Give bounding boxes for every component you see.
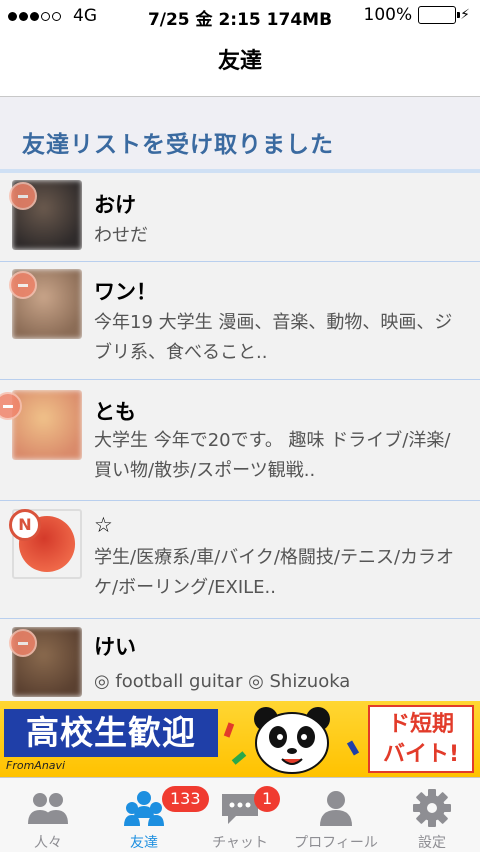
tab-label: 設定 <box>418 835 446 851</box>
battery-indicator: 100% ⚡ <box>364 5 470 25</box>
ad-logo: FromAnavi <box>6 759 66 772</box>
tab-label: チャット <box>212 835 268 851</box>
ad-callout-line-2: バイト! <box>382 742 460 767</box>
friend-row[interactable]: ワン！ 今年19 大学生 漫画、音楽、動物、映画、ジブリ系、食べること.. <box>0 262 480 380</box>
panda-mascot-icon <box>254 707 330 774</box>
tab-label: 人々 <box>34 835 62 851</box>
profile-icon <box>320 791 352 826</box>
status-bar: 4G 7/25 金 2:15 174MB 100% ⚡ <box>0 0 480 30</box>
friend-name: おけ <box>94 193 136 217</box>
friend-row[interactable]: けい ◎ football guitar ◎ Shizuoka <box>0 619 480 701</box>
friend-name: とも <box>94 400 136 424</box>
tab-friends[interactable]: 133 友達 <box>96 778 209 852</box>
section-title: 友達リストを受け取りました <box>22 132 334 158</box>
tab-label: プロフィール <box>294 835 378 851</box>
navigation-bar: 友達 <box>0 30 480 97</box>
battery-icon <box>418 6 461 24</box>
friend-description: 学生/医療系/車/バイク/格闘技/テニス/カラオケ/ボーリング/EXILE.. <box>94 547 455 598</box>
friend-list[interactable]: おけ わせだ ワン！ 今年19 大学生 漫画、音楽、動物、映画、ジブリ系、食べる… <box>0 173 480 701</box>
new-friend-badge-icon <box>9 629 37 657</box>
friend-description: 今年19 大学生 漫画、音楽、動物、映画、ジブリ系、食べること.. <box>94 312 453 363</box>
ad-callout-line-1: ド短期 <box>387 712 454 737</box>
friend-description: 大学生 今年で20です。 趣味 ドライブ/洋楽/買い物/散歩/スポーツ観戦.. <box>94 430 451 481</box>
friend-description: ◎ football guitar ◎ Shizuoka <box>94 671 351 692</box>
tab-profile[interactable]: プロフィール <box>288 778 384 852</box>
ad-callout: ド短期 バイト! <box>368 705 474 773</box>
chat-unread-badge: 1 <box>254 786 281 812</box>
new-friend-badge-icon <box>9 271 37 299</box>
tab-people[interactable]: 人々 <box>0 778 96 852</box>
charging-icon: ⚡ <box>460 7 470 23</box>
friend-name: けい <box>94 635 136 659</box>
page-title: 友達 <box>217 49 262 74</box>
avatar <box>12 390 82 460</box>
new-friend-badge-icon <box>9 182 37 210</box>
friend-description: わせだ <box>94 225 148 246</box>
tab-bar: 人々 133 友達 1 チャット プロフィール 設定 <box>0 777 480 852</box>
ad-banner[interactable]: 高校生歓迎 ド短期 バイト! FromAnavi <box>0 701 480 777</box>
new-badge-icon: N <box>9 509 41 541</box>
ad-headline: 高校生歓迎 <box>4 709 218 757</box>
tab-settings[interactable]: 設定 <box>384 778 480 852</box>
friends-icon <box>124 791 164 826</box>
friend-name: ☆ <box>94 513 113 537</box>
tab-chat[interactable]: 1 チャット <box>192 778 288 852</box>
friend-row[interactable]: とも 大学生 今年で20です。 趣味 ドライブ/洋楽/買い物/散歩/スポーツ観戦… <box>0 380 480 501</box>
gear-icon <box>413 789 451 827</box>
friend-row[interactable]: おけ わせだ <box>0 173 480 262</box>
friend-row[interactable]: N ☆ 学生/医療系/車/バイク/格闘技/テニス/カラオケ/ボーリング/EXIL… <box>0 501 480 619</box>
friend-name: ワン！ <box>94 280 157 304</box>
tab-label: 友達 <box>130 835 158 851</box>
people-icon <box>28 793 68 824</box>
battery-percent: 100% <box>363 5 413 25</box>
section-header: 友達リストを受け取りました <box>0 97 480 173</box>
